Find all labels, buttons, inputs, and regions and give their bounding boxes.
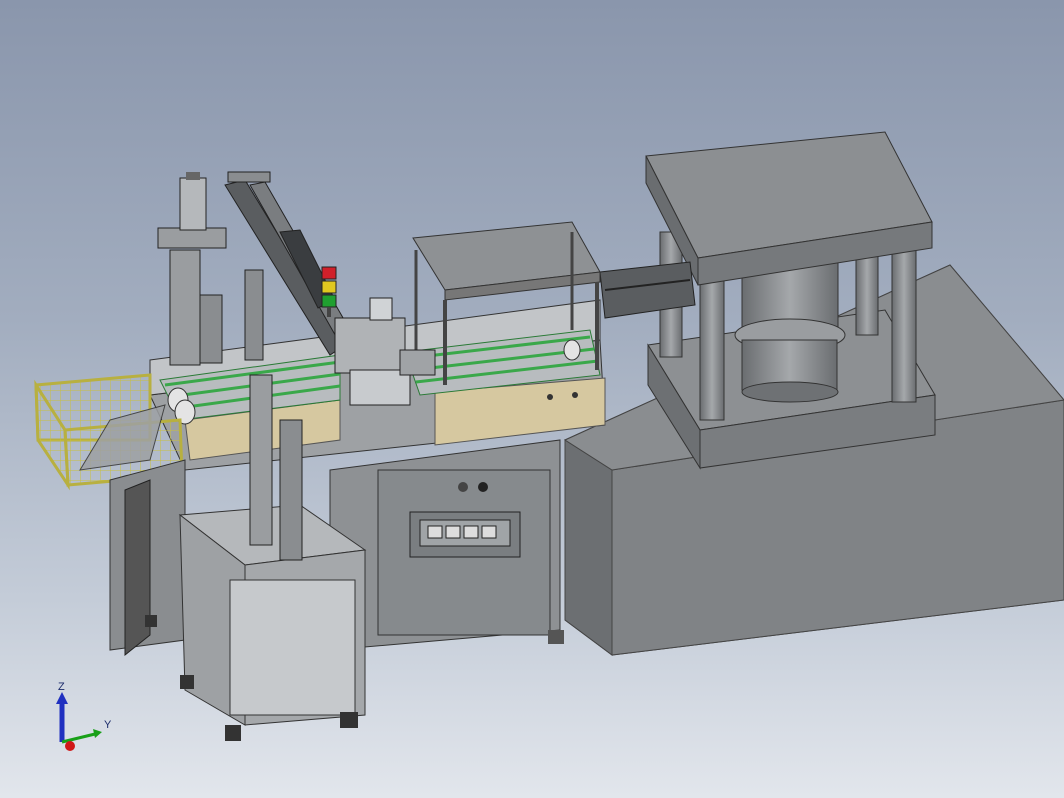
coordinate-triad[interactable]: Z Y xyxy=(40,672,130,762)
y-axis-label: Y xyxy=(104,719,112,731)
gantry-arm xyxy=(224,171,351,356)
cad-viewport[interactable] xyxy=(0,0,1064,798)
triad-axes-icon xyxy=(56,692,102,751)
press-ram xyxy=(734,254,846,403)
z-axis-label: Z xyxy=(58,681,65,693)
